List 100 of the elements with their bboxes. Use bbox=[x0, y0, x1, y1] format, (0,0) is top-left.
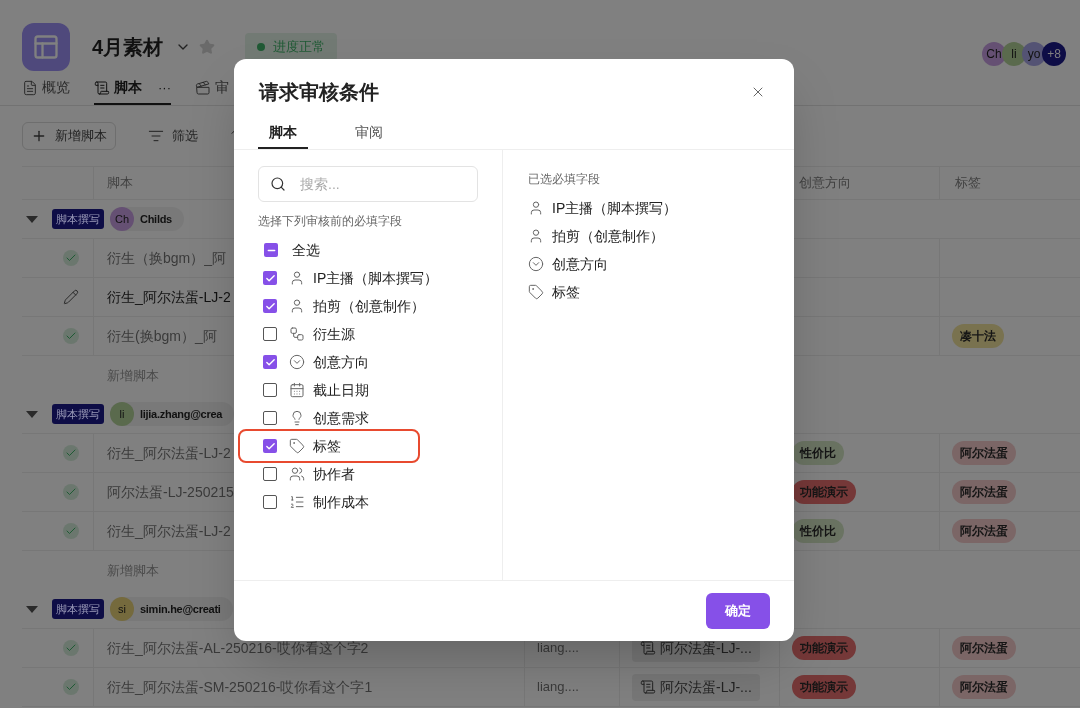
script-title[interactable]: 衍生（换bgm）_阿 bbox=[107, 247, 227, 269]
tag-chip: 阿尔法蛋 bbox=[952, 636, 1016, 660]
tag-chip: 阿尔法蛋 bbox=[952, 441, 1016, 465]
user-avatar: li bbox=[110, 402, 134, 426]
plus-icon bbox=[31, 128, 47, 144]
tag-chip: 功能演示 bbox=[792, 636, 856, 660]
checkbox[interactable] bbox=[263, 271, 277, 285]
collapse-triangle-icon[interactable] bbox=[26, 410, 38, 418]
field-option[interactable]: 创意需求 bbox=[258, 404, 478, 432]
search-field[interactable]: 搜索... bbox=[258, 166, 478, 202]
tag-chip: 阿尔法蛋 bbox=[952, 519, 1016, 543]
app-logo bbox=[22, 23, 70, 71]
checkbox[interactable] bbox=[263, 327, 277, 341]
project-title: 4月素材 bbox=[92, 35, 164, 60]
scroll-icon bbox=[94, 79, 110, 96]
field-option[interactable]: 拍剪（创意制作） bbox=[258, 292, 478, 320]
tag-chip: 功能演示 bbox=[792, 480, 856, 504]
script-title[interactable]: 衍生_阿尔法蛋-LJ-2 bbox=[107, 442, 231, 464]
selected-fields-title: 已选必填字段 bbox=[528, 171, 601, 188]
selected-field: 拍剪（创意制作） bbox=[552, 225, 664, 247]
filter-button[interactable]: 筛选 bbox=[148, 126, 198, 146]
column-header: 脚本 bbox=[107, 174, 133, 193]
checkbox[interactable] bbox=[263, 411, 277, 425]
field-option[interactable]: 截止日期 bbox=[258, 376, 478, 404]
checkbox[interactable] bbox=[263, 383, 277, 397]
owner-name: liang.... bbox=[537, 639, 579, 658]
dialog-title: 请求审核条件 bbox=[259, 80, 379, 105]
clapperboard-icon bbox=[195, 79, 211, 96]
column-header: 创意方向 bbox=[799, 174, 851, 193]
tag-chip: 凑十法 bbox=[952, 324, 1004, 348]
script-title[interactable]: 衍生_阿尔法蛋-SM-250216-哎你看这个字1 bbox=[107, 676, 373, 698]
user-pill: si simin.he@creati bbox=[110, 597, 233, 621]
script-title[interactable]: 阿尔法蛋-LJ-250215 bbox=[107, 481, 234, 503]
pencil-icon bbox=[63, 289, 79, 305]
checkbox[interactable] bbox=[263, 467, 277, 481]
user-avatar: +8 bbox=[1042, 42, 1066, 66]
select-all-option[interactable]: 全选 bbox=[258, 236, 478, 264]
column-header: 标签 bbox=[955, 174, 981, 193]
user-pill: li lijia.zhang@crea bbox=[110, 402, 235, 426]
calendar-icon bbox=[289, 382, 305, 398]
collapse-triangle-icon[interactable] bbox=[26, 605, 38, 613]
field-hint: 选择下列审核前的必填字段 bbox=[258, 213, 403, 230]
selected-field: 标签 bbox=[552, 281, 580, 303]
tag-chip: 功能演示 bbox=[792, 675, 856, 699]
page-tab[interactable]: 脚本 ··· bbox=[94, 77, 171, 105]
field-option[interactable]: 标签 bbox=[240, 431, 418, 461]
user-avatar: Ch bbox=[110, 207, 134, 231]
circle-chevron-icon bbox=[528, 256, 544, 272]
confirm-button[interactable]: 确定 bbox=[706, 593, 770, 629]
flow-icon bbox=[289, 326, 305, 342]
numbered-list-icon bbox=[289, 494, 305, 510]
filter-icon bbox=[148, 128, 164, 144]
user-pill: Ch Childs bbox=[110, 207, 184, 231]
stage-badge: 脚本撰写 bbox=[52, 403, 104, 425]
dialog-tab[interactable]: 脚本 bbox=[258, 122, 308, 149]
person-icon bbox=[528, 200, 544, 216]
selected-field: 创意方向 bbox=[552, 253, 608, 275]
stage-badge: 脚本撰写 bbox=[52, 598, 104, 620]
person-icon bbox=[528, 228, 544, 244]
script-title[interactable]: 衍生_阿尔法蛋-LJ-2 bbox=[107, 520, 231, 542]
scroll-icon bbox=[640, 679, 656, 695]
user-avatar: si bbox=[110, 597, 134, 621]
tag-chip: 阿尔法蛋 bbox=[952, 480, 1016, 504]
tag-chip: 性价比 bbox=[792, 441, 844, 465]
dialog-tab[interactable]: 审阅 bbox=[344, 122, 394, 149]
collapse-triangle-icon[interactable] bbox=[26, 215, 38, 223]
person-icon bbox=[289, 298, 305, 314]
user-avatar: Ch bbox=[982, 42, 1006, 66]
field-option[interactable]: 创意方向 bbox=[258, 348, 478, 376]
script-title[interactable]: 衍生_阿尔法蛋-AL-250216-哎你看这个字2 bbox=[107, 637, 369, 659]
checkbox[interactable] bbox=[263, 439, 277, 453]
tag-icon bbox=[289, 438, 305, 454]
tag-icon bbox=[528, 284, 544, 300]
search-icon bbox=[270, 176, 286, 192]
field-option[interactable]: 协作者 bbox=[258, 460, 478, 488]
document-icon bbox=[22, 79, 38, 96]
source-chip[interactable]: 阿尔法蛋-LJ-... bbox=[632, 673, 760, 701]
person-icon bbox=[289, 270, 305, 286]
checkbox[interactable] bbox=[263, 299, 277, 313]
script-title[interactable]: 衍生(换bgm）_阿 bbox=[107, 325, 217, 347]
more-icon[interactable]: ··· bbox=[158, 77, 171, 98]
selected-field: IP主播（脚本撰写） bbox=[552, 197, 678, 219]
stage-badge: 脚本撰写 bbox=[52, 208, 104, 230]
checkbox[interactable] bbox=[263, 495, 277, 509]
add-script-button[interactable]: 新增脚本 bbox=[22, 122, 116, 150]
status-text: 进度正常 bbox=[273, 38, 326, 57]
field-option[interactable]: IP主播（脚本撰写） bbox=[258, 264, 478, 292]
checkbox[interactable] bbox=[264, 243, 278, 257]
checkbox[interactable] bbox=[263, 355, 277, 369]
owner-name: liang.... bbox=[537, 678, 579, 697]
people-icon bbox=[289, 466, 305, 482]
script-title[interactable]: 衍生_阿尔法蛋-LJ-2 bbox=[107, 286, 231, 308]
tag-chip: 性价比 bbox=[792, 519, 844, 543]
field-option[interactable]: 制作成本 bbox=[258, 488, 478, 516]
tag-chip: 阿尔法蛋 bbox=[952, 675, 1016, 699]
scroll-icon bbox=[640, 640, 656, 656]
page-tab[interactable]: 审 bbox=[195, 77, 229, 105]
field-option[interactable]: 衍生源 bbox=[258, 320, 478, 348]
page-tab[interactable]: 概览 bbox=[22, 77, 70, 105]
circle-chevron-icon bbox=[289, 354, 305, 370]
